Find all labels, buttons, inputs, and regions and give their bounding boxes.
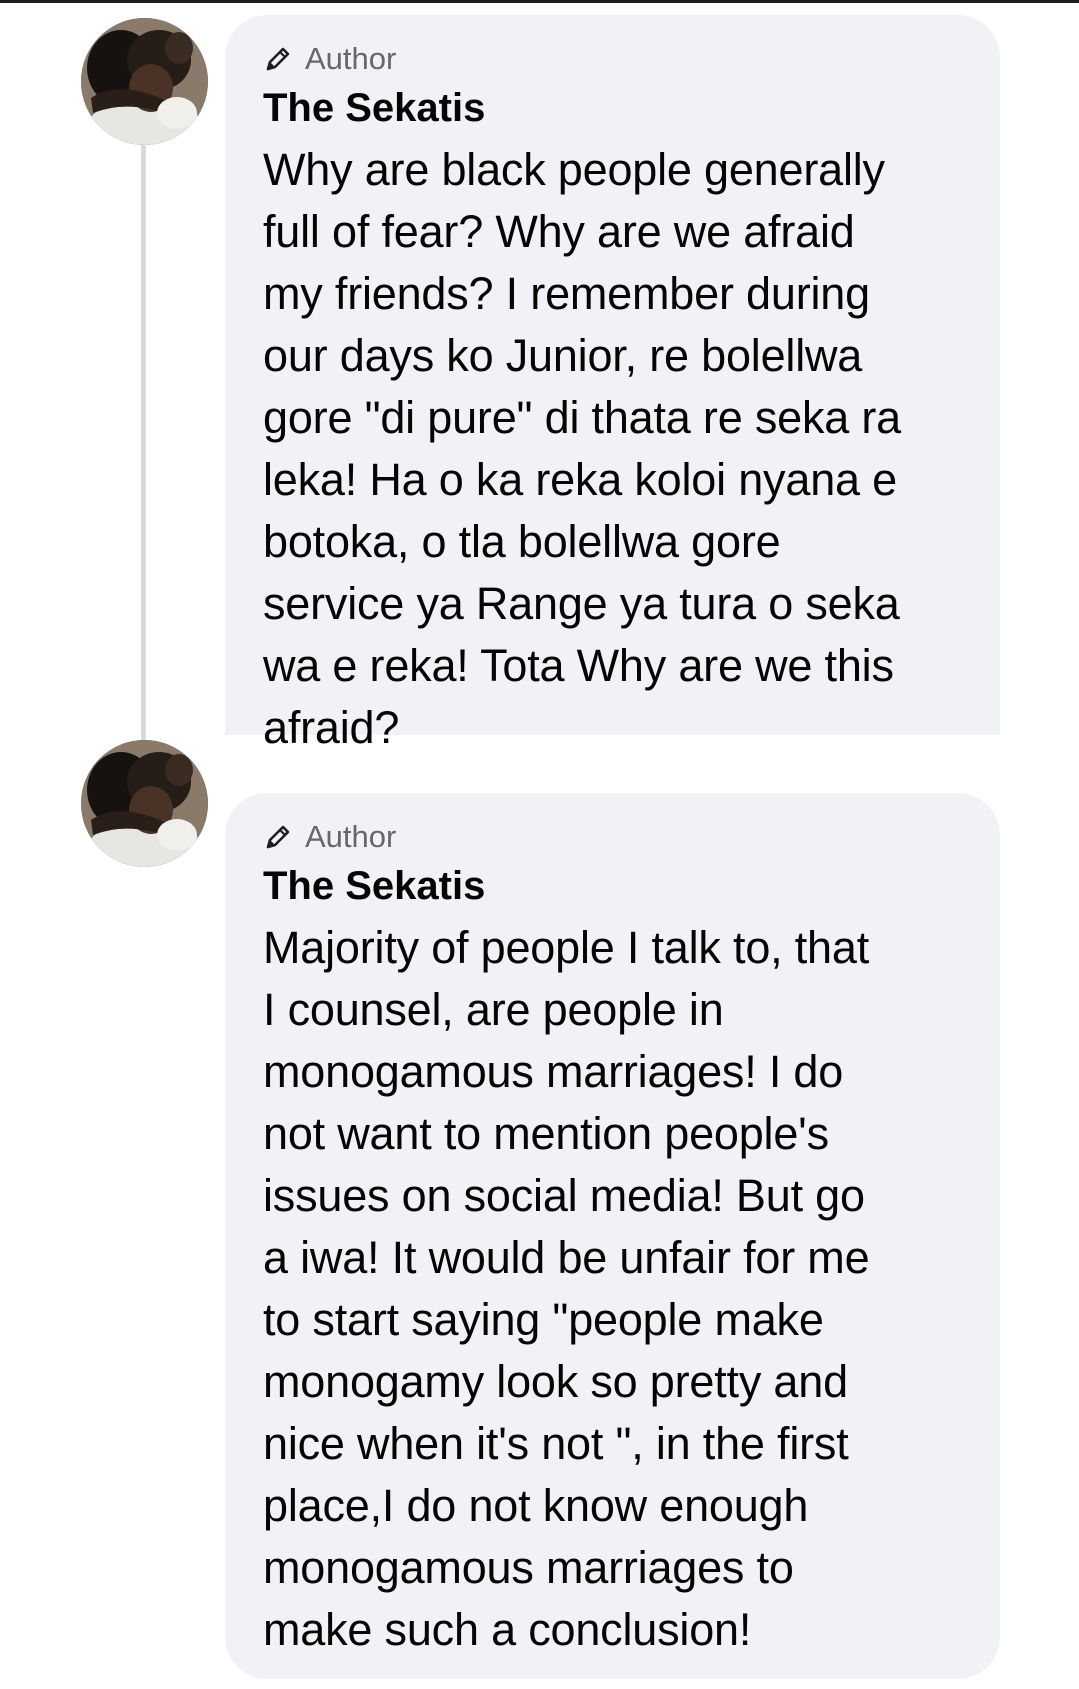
comment-text: Why are black people generally full of f… [263,144,902,753]
author-badge-row: Author [263,39,980,79]
pencil-icon [266,47,290,71]
avatar[interactable] [81,18,208,145]
comment-text: Majority of people I talk to, that I cou… [263,922,870,1655]
avatar-photo-icon [81,740,208,867]
comment-author-name[interactable]: The Sekatis [263,863,980,909]
thread-connector-line [141,140,146,790]
author-badge: Author [305,41,397,76]
comment-bubble: Author The Sekatis Majority of people I … [225,793,1000,1679]
comment-bubble: Author The Sekatis Why are black people … [225,15,1000,753]
avatar[interactable] [81,740,208,867]
author-badge-row: Author [263,817,980,857]
comment-author-name[interactable]: The Sekatis [263,85,980,131]
pencil-icon [266,825,290,849]
author-badge: Author [305,819,397,854]
avatar-photo-icon [81,18,208,145]
top-divider [0,0,1079,3]
